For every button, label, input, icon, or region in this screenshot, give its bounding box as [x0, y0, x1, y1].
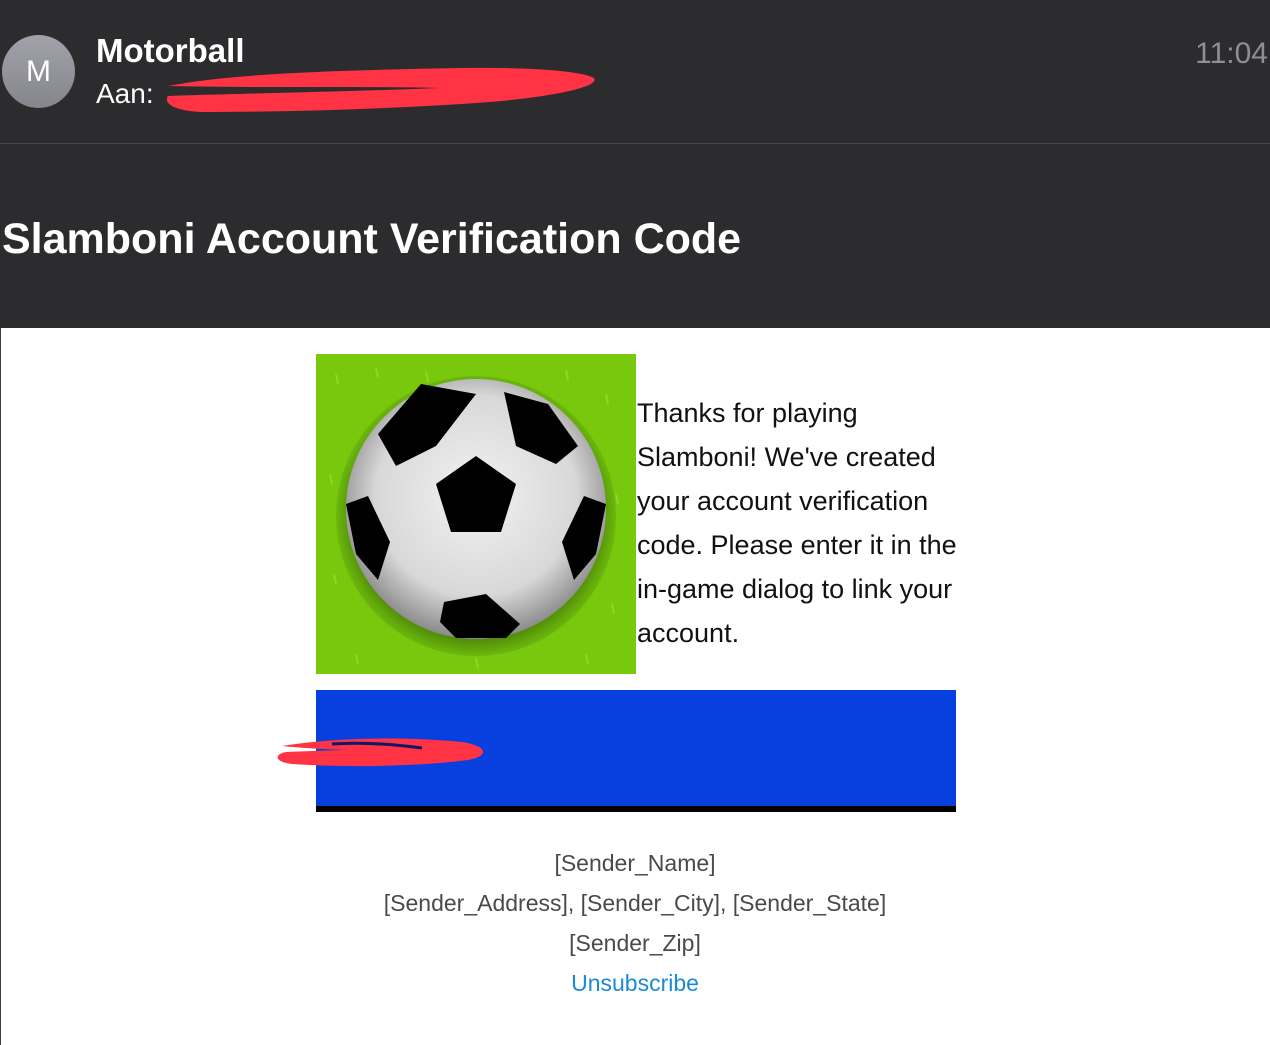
email-footer: [Sender_Name] [Sender_Address], [Sender_…	[0, 843, 1270, 1003]
email-subject: Slamboni Account Verification Code	[2, 215, 742, 263]
sender-avatar[interactable]: M	[2, 35, 75, 108]
soccer-ball-icon	[316, 354, 636, 674]
header-divider	[0, 143, 1270, 144]
recipient-redaction	[166, 67, 595, 112]
footer-address: [Sender_Address], [Sender_City], [Sender…	[383, 890, 887, 916]
footer-zip: [Sender_Zip]	[569, 930, 701, 956]
email-time: 11:04	[1195, 37, 1268, 70]
verification-code-redaction	[277, 738, 484, 767]
unsubscribe-link[interactable]: Unsubscribe	[571, 963, 699, 1003]
verification-intro-text: Thanks for playing Slamboni! We've creat…	[637, 398, 957, 648]
footer-sender-name: [Sender_Name]	[554, 850, 716, 876]
avatar-initial: M	[26, 54, 51, 88]
recipient-label: Aan:	[96, 78, 154, 109]
